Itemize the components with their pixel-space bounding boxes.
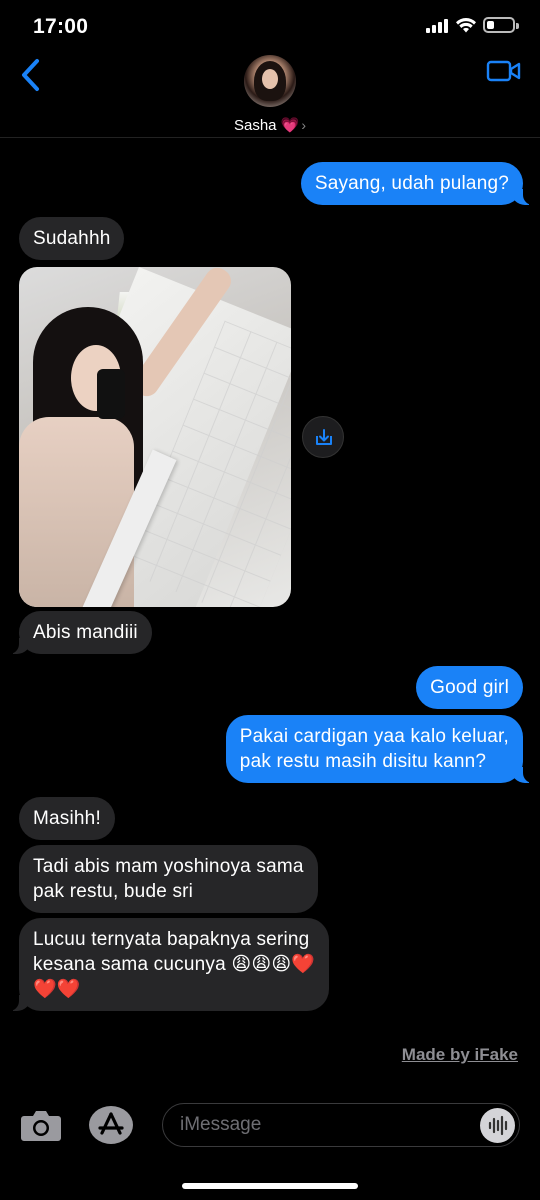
back-chevron-icon[interactable] [18, 58, 44, 92]
message-bubble-outgoing[interactable]: Pakai cardigan yaa kalo keluar, pak rest… [225, 715, 538, 783]
audio-waveform-icon [488, 1115, 508, 1136]
contact-name: Sasha 💗 [233, 117, 300, 134]
message-bubble-incoming[interactable]: Sudahhh [19, 217, 125, 260]
cellular-signal-icon [426, 19, 450, 33]
message-bubble-incoming[interactable]: Tadi abis mam yoshinoya sama pak restu, … [19, 845, 318, 913]
message-bubble-outgoing[interactable]: Good girl [416, 666, 523, 709]
battery-icon [483, 17, 519, 33]
status-bar: 17:00 [0, 0, 540, 52]
camera-icon[interactable] [20, 1108, 62, 1142]
home-indicator[interactable] [182, 1183, 358, 1189]
contact-avatar[interactable] [244, 55, 296, 107]
contact-name-button[interactable]: Sasha 💗 › [0, 116, 540, 134]
status-time: 17:00 [33, 15, 89, 38]
message-photo[interactable] [19, 267, 291, 607]
app-store-icon[interactable] [88, 1105, 134, 1145]
message-bubble-incoming[interactable]: Lucuu ternyata bapaknya sering kesana sa… [4, 918, 330, 1011]
watermark-link[interactable]: Made by iFake [402, 1045, 518, 1065]
download-icon [316, 429, 332, 445]
save-photo-button[interactable] [302, 416, 344, 458]
wifi-icon [456, 17, 476, 33]
message-bubble-incoming[interactable]: Masihh! [19, 797, 115, 840]
message-bubble-outgoing[interactable]: Sayang, udah pulang? [300, 162, 538, 205]
imessage-input[interactable] [162, 1103, 520, 1147]
video-call-icon[interactable] [486, 58, 522, 84]
audio-message-button[interactable] [480, 1108, 515, 1143]
chevron-right-icon: › [301, 117, 307, 133]
message-bubble-incoming[interactable]: Abis mandiii [5, 611, 152, 654]
conversation-header: Sasha 💗 › [0, 52, 540, 138]
